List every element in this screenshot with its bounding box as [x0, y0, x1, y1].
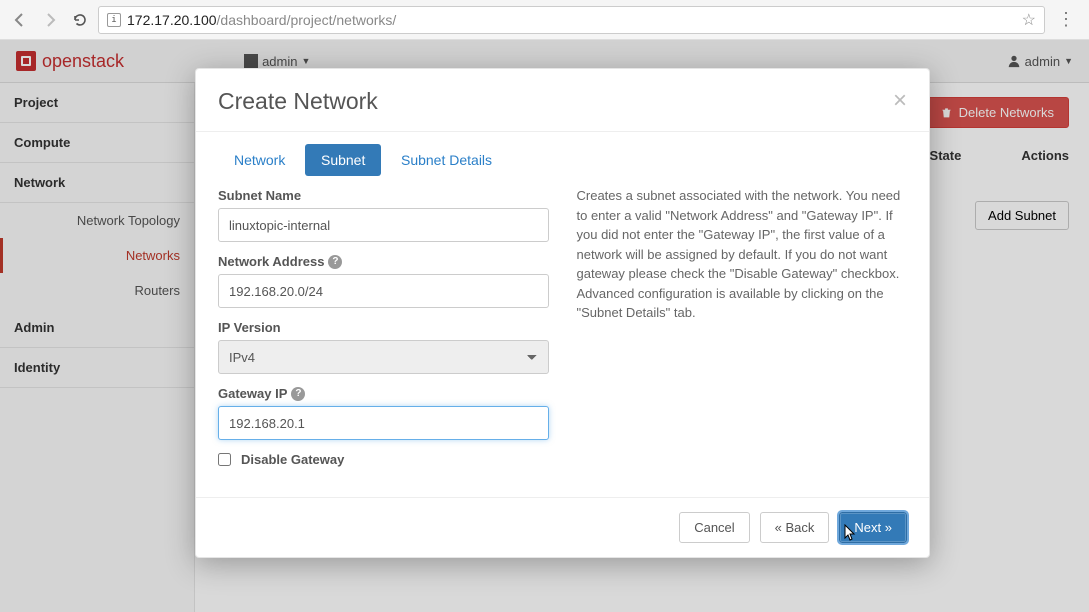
- label-disable-gateway: Disable Gateway: [241, 452, 344, 467]
- disable-gateway-checkbox[interactable]: [218, 453, 231, 466]
- modal-tabs: Network Subnet Subnet Details: [218, 144, 549, 176]
- label-network-address: Network Address ?: [218, 254, 549, 269]
- network-address-input[interactable]: [218, 274, 549, 308]
- label-subnet-name: Subnet Name: [218, 188, 549, 203]
- create-network-modal: Create Network × Network Subnet Subnet D…: [195, 68, 930, 558]
- label-gateway-ip: Gateway IP ?: [218, 386, 549, 401]
- browser-toolbar: i 172.17.20.100/dashboard/project/networ…: [0, 0, 1089, 40]
- modal-title: Create Network: [218, 88, 378, 115]
- label-ip-version: IP Version: [218, 320, 549, 335]
- close-icon[interactable]: ×: [893, 87, 907, 115]
- tab-network[interactable]: Network: [218, 144, 301, 176]
- help-icon[interactable]: ?: [328, 255, 342, 269]
- back-button[interactable]: [8, 8, 32, 32]
- site-info-icon[interactable]: i: [107, 13, 121, 27]
- next-button[interactable]: Next »: [839, 512, 907, 543]
- reload-button[interactable]: [68, 8, 92, 32]
- subnet-name-input[interactable]: [218, 208, 549, 242]
- forward-button[interactable]: [38, 8, 62, 32]
- url-text: 172.17.20.100/dashboard/project/networks…: [127, 12, 396, 28]
- back-button[interactable]: « Back: [760, 512, 830, 543]
- url-bar[interactable]: i 172.17.20.100/dashboard/project/networ…: [98, 6, 1045, 34]
- cancel-button[interactable]: Cancel: [679, 512, 749, 543]
- tab-subnet[interactable]: Subnet: [305, 144, 381, 176]
- browser-menu-icon[interactable]: ⋮: [1051, 9, 1081, 30]
- tab-subnet-details[interactable]: Subnet Details: [385, 144, 508, 176]
- help-icon[interactable]: ?: [291, 387, 305, 401]
- ip-version-select[interactable]: IPv4: [218, 340, 549, 374]
- bookmark-star-icon[interactable]: ☆: [1022, 10, 1036, 30]
- gateway-ip-input[interactable]: [218, 406, 549, 440]
- modal-help-text: Creates a subnet associated with the net…: [577, 186, 908, 323]
